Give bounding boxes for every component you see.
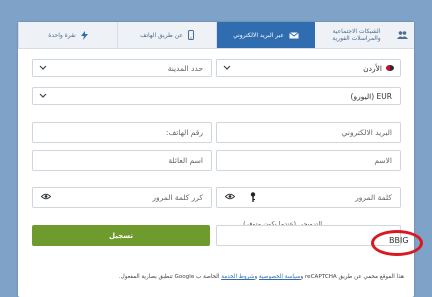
confirm-password-field[interactable]: كرر كلمة المرور <box>32 187 212 208</box>
legal-notice: هذا الموقع محمي عن طريق reCAPTCHA وسياسة… <box>28 273 404 281</box>
privacy-policy-link[interactable]: سياسة الخصوصية <box>259 274 301 280</box>
phone-placeholder: رقم الهاتف: <box>165 128 203 137</box>
tab-label: نقرة واحدة <box>48 31 76 39</box>
country-value: الأردن <box>363 63 382 73</box>
lightning-icon <box>80 30 88 40</box>
confirm-password-placeholder: كرر كلمة المرور <box>152 193 203 202</box>
tab-email[interactable]: عبر البريد الالكتروني <box>216 22 315 48</box>
currency-select[interactable]: EUR (اليورو) <box>32 87 401 105</box>
eye-icon[interactable] <box>225 193 235 200</box>
city-select[interactable]: حدد المدينة <box>32 59 212 77</box>
last-name-field[interactable]: اسم العائلة <box>32 150 212 171</box>
legal-prefix: هذا الموقع محمي عن طريق reCAPTCHA و <box>300 274 404 280</box>
password-field[interactable]: كلمة المرور <box>216 187 401 208</box>
phone-icon <box>187 30 194 40</box>
tab-label: الشبكات الاجتماعية والمراسلات الفورية <box>332 28 381 42</box>
city-placeholder: حدد المدينة <box>167 63 203 73</box>
tab-label: عن طريق الهاتف <box>140 31 183 39</box>
password-placeholder: كلمة المرور <box>355 193 392 202</box>
envelope-icon <box>289 31 299 38</box>
key-icon[interactable] <box>250 192 256 202</box>
users-icon <box>396 31 408 39</box>
first-name-placeholder: الاسم <box>374 156 392 165</box>
eye-icon[interactable] <box>41 193 51 200</box>
tab-one-click[interactable]: نقرة واحدة <box>18 22 117 48</box>
country-select[interactable]: الأردن <box>216 59 401 77</box>
tab-social[interactable]: الشبكات الاجتماعية والمراسلات الفورية <box>315 22 414 48</box>
legal-suffix: الخاصة ب Google تنطبق بصارية المفعول. <box>118 274 222 280</box>
email-placeholder: البريد الالكتروني <box>341 128 392 137</box>
highlight-circle <box>371 230 423 256</box>
email-field[interactable]: البريد الالكتروني <box>216 122 401 143</box>
last-name-placeholder: اسم العائلة <box>168 156 203 165</box>
register-button[interactable]: تسجيل <box>32 225 210 246</box>
tab-label: عبر البريد الالكتروني <box>233 31 284 39</box>
chevron-down-icon <box>223 65 231 70</box>
first-name-field[interactable]: الاسم <box>216 150 401 171</box>
chevron-down-icon <box>39 65 47 70</box>
tab-phone[interactable]: عن طريق الهاتف <box>117 22 216 48</box>
phone-field[interactable]: رقم الهاتف: <box>32 122 212 143</box>
jordan-flag-icon <box>386 65 394 71</box>
registration-panel: نقرة واحدة عن طريق الهاتف عبر البريد الا… <box>18 22 423 297</box>
chevron-down-icon <box>39 93 47 98</box>
currency-value: EUR (اليورو) <box>350 91 392 101</box>
registration-tabs: نقرة واحدة عن طريق الهاتف عبر البريد الا… <box>18 22 414 49</box>
terms-link[interactable]: شروط الخدمة <box>221 274 254 280</box>
